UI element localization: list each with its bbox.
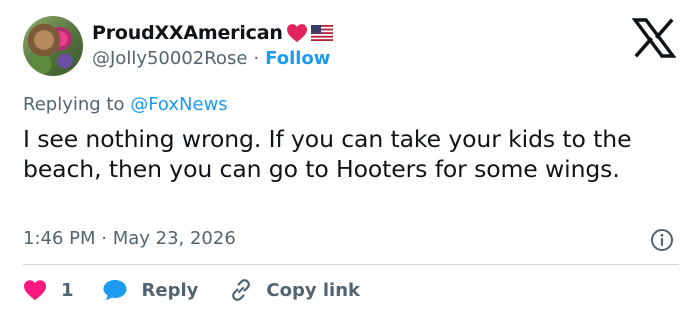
red-heart-icon: [286, 24, 307, 43]
copy-link-button[interactable]: Copy link: [228, 277, 360, 303]
replying-to-label: Replying to: [23, 94, 125, 115]
replying-to-line: Replying to @FoxNews: [23, 94, 228, 115]
like-button[interactable]: 1: [23, 279, 74, 301]
reply-bubble-icon: [103, 280, 127, 301]
follow-button[interactable]: Follow: [265, 48, 330, 69]
author-name-row: ProudXXAmerican: [92, 22, 333, 44]
author-handle-row: @Jolly50002Rose · Follow: [92, 48, 330, 69]
divider: [23, 264, 679, 265]
us-flag-icon: [310, 25, 333, 41]
copy-link-label: Copy link: [266, 279, 360, 301]
tweet-timestamp[interactable]: 1:46 PM · May 23, 2026: [23, 228, 236, 249]
tweet-text: I see nothing wrong. If you can take you…: [23, 125, 632, 183]
avatar[interactable]: [23, 16, 83, 76]
reply-mention-link[interactable]: @FoxNews: [130, 94, 227, 115]
reply-button[interactable]: Reply: [102, 278, 199, 302]
x-logo-icon[interactable]: [632, 18, 676, 58]
author-display-name[interactable]: ProudXXAmerican: [92, 22, 283, 44]
like-count: 1: [61, 279, 74, 301]
tweet-card: ProudXXAmerican @Jolly50002Rose · Follow…: [0, 0, 700, 318]
author-handle[interactable]: @Jolly50002Rose: [92, 48, 247, 69]
separator-dot: ·: [253, 48, 260, 69]
link-icon: [232, 279, 251, 301]
action-bar: 1 Reply Copy link: [23, 274, 360, 306]
info-icon[interactable]: [650, 228, 674, 252]
heart-icon: [24, 280, 46, 300]
reply-label: Reply: [141, 279, 199, 301]
